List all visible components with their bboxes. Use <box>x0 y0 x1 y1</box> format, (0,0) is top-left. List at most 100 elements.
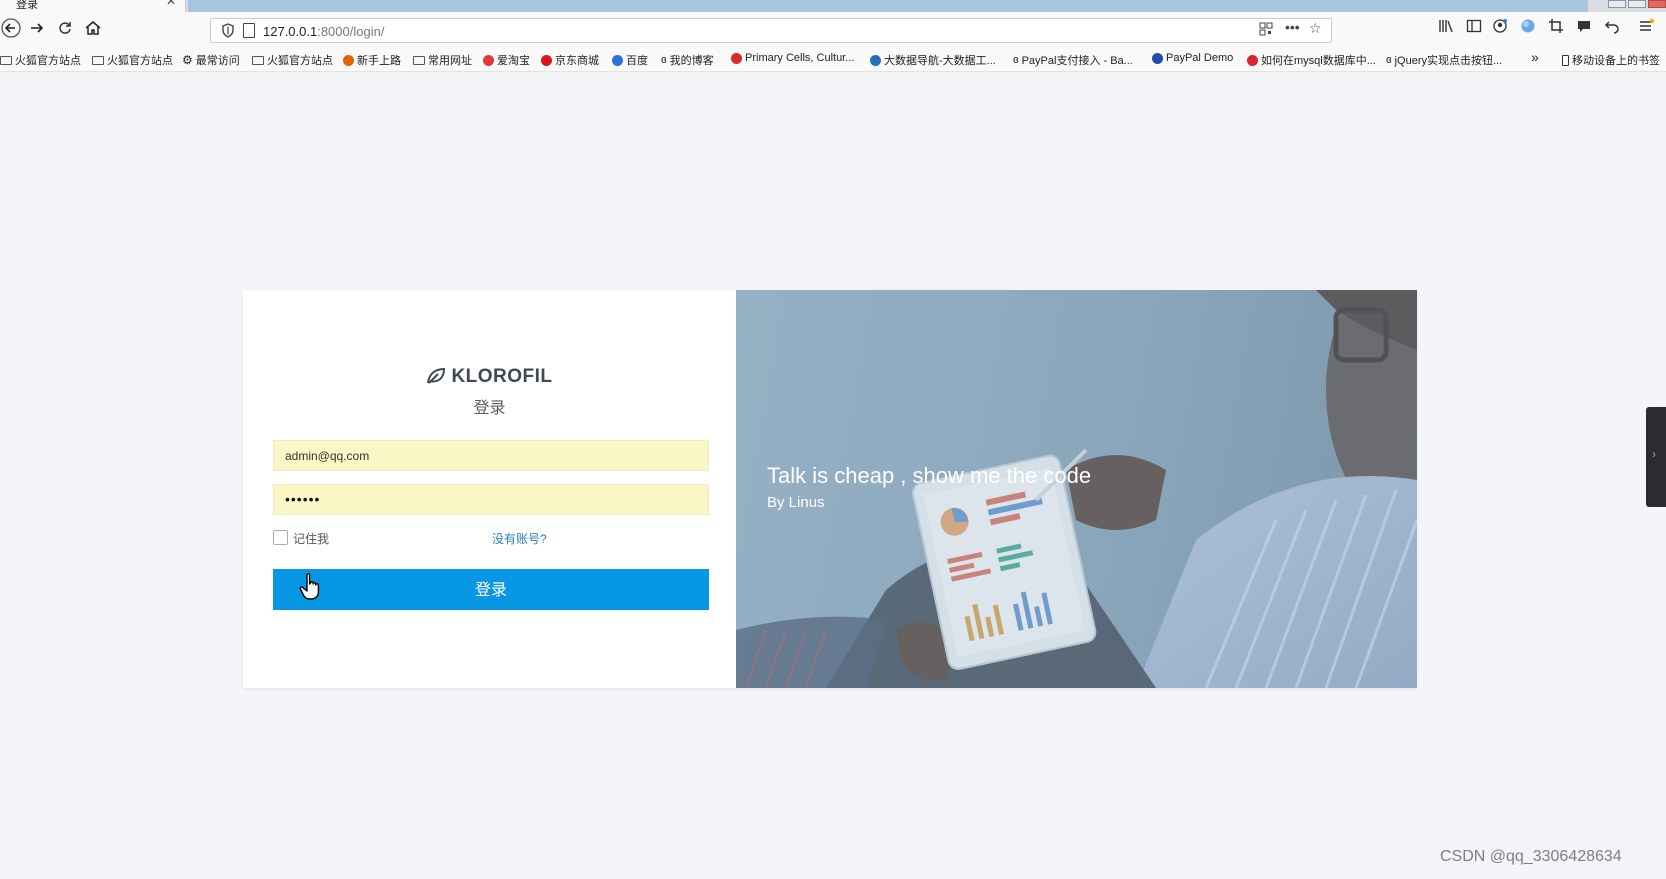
csdn-icon <box>1247 54 1258 66</box>
hero-author: By Linus <box>767 494 825 511</box>
side-panel-toggle[interactable]: › <box>1646 407 1666 507</box>
bookmark-label: 京东商城 <box>555 55 599 67</box>
folder-icon <box>252 55 264 65</box>
bookmark-label: 移动设备上的书签 <box>1572 55 1660 67</box>
qr-code-icon[interactable] <box>1259 22 1273 39</box>
sidebar-icon[interactable] <box>1464 18 1484 38</box>
remember-me-checkbox[interactable] <box>273 530 288 545</box>
bookmark-label: 新手上路 <box>357 55 401 67</box>
bookmarks-toolbar: 火狐官方站点 火狐官方站点 ⚙ 最常访问 火狐官方站点 新手上路 常用网址 爱淘宝 京东商城 百度… <box>0 48 1666 72</box>
tab-login[interactable]: 登录 ✕ <box>0 0 186 12</box>
menu-hamburger-icon[interactable] <box>1636 18 1656 38</box>
csdn-watermark: CSDN @qq_3306428634 <box>1440 848 1622 865</box>
bookmark-item[interactable]: ⚙ 最常访问 <box>182 52 240 68</box>
tab-strip: 登录 ✕ <box>0 0 1666 12</box>
hero-quote: Talk is cheap , show me the code <box>767 463 1092 488</box>
chat-bubble-icon[interactable] <box>1574 18 1594 38</box>
bookmark-label: 大数据导航-大数据工... <box>884 55 996 67</box>
bookmark-label: 如何在mysql数据库中... <box>1261 55 1376 67</box>
bookmark-item[interactable]: 火狐官方站点 <box>252 52 333 68</box>
bookmark-item[interactable]: 火狐官方站点 <box>0 52 81 68</box>
hero-image-panel: Talk is cheap , show me the code By Linu… <box>736 290 1417 688</box>
bookmark-item[interactable]: 百度 <box>612 52 648 68</box>
folder-icon <box>413 55 425 65</box>
bookmark-item[interactable]: ɞ PayPal支付接入 - Ba... <box>1013 52 1133 68</box>
account-icon[interactable] <box>1490 18 1510 38</box>
login-card: KLOROFIL 登录 admin@qq.com •••••• 记住我 没有账号… <box>243 290 1417 688</box>
bookmark-item[interactable]: 大数据导航-大数据工... <box>870 52 996 68</box>
bookmark-label: jQuery实现点击按钮... <box>1394 55 1503 67</box>
bookmark-label: 百度 <box>626 55 648 67</box>
hand-cursor-icon <box>299 573 320 600</box>
bookmark-item[interactable]: 京东商城 <box>541 52 599 68</box>
library-icon[interactable] <box>1436 18 1456 38</box>
folder-icon <box>92 55 104 65</box>
mobile-bookmarks-item[interactable]: 移动设备上的书签 <box>1562 52 1660 68</box>
red-circle-icon <box>731 52 742 64</box>
bookmark-label: 常用网址 <box>428 55 472 67</box>
navigation-toolbar: 127.0.0.1:8000/login/ ••• ☆ <box>0 12 1666 48</box>
address-bar[interactable]: 127.0.0.1:8000/login/ ••• ☆ <box>210 18 1332 43</box>
folder-icon <box>0 55 12 65</box>
screenshot-crop-icon[interactable] <box>1546 18 1566 38</box>
bookmark-item[interactable]: 常用网址 <box>413 52 472 68</box>
firefox-icon <box>343 54 354 66</box>
bookmark-item[interactable]: 如何在mysql数据库中... <box>1247 52 1376 68</box>
minimize-icon[interactable] <box>1608 0 1626 8</box>
undo-arrow-icon[interactable] <box>1602 18 1622 38</box>
bookmark-label: Primary Cells, Cultur... <box>745 52 855 64</box>
bookmark-label: 最常访问 <box>195 55 240 67</box>
bigdata-icon <box>870 54 881 66</box>
login-submit-button[interactable]: 登录 <box>273 569 709 610</box>
link-icon: ɞ <box>1013 54 1019 66</box>
hero-photo <box>736 290 1417 688</box>
mobile-device-icon <box>1562 54 1569 66</box>
brand-logo: KLOROFIL <box>243 366 736 388</box>
taobao-icon <box>483 54 494 66</box>
email-field[interactable]: admin@qq.com <box>273 440 709 471</box>
back-arrow-icon[interactable] <box>0 18 22 40</box>
bookmark-label: PayPal支付接入 - Ba... <box>1021 55 1133 67</box>
register-link[interactable]: 没有账号? <box>492 530 547 547</box>
bookmark-label: 爱淘宝 <box>497 55 530 67</box>
home-icon[interactable] <box>82 18 104 40</box>
bookmark-label: 火狐官方站点 <box>267 55 333 67</box>
page-actions-icon[interactable]: ••• <box>1285 19 1300 35</box>
chevron-right-icon: › <box>1652 447 1656 461</box>
reload-icon[interactable] <box>54 18 76 40</box>
url-text[interactable]: 127.0.0.1:8000/login/ <box>263 24 384 39</box>
bookmark-item[interactable]: ɞ jQuery实现点击按钮... <box>1386 52 1502 68</box>
password-field[interactable]: •••••• <box>273 484 709 515</box>
page-info-icon[interactable] <box>243 23 255 38</box>
shield-icon[interactable] <box>221 23 235 38</box>
remember-me-label[interactable]: 记住我 <box>293 530 329 547</box>
bookmark-item[interactable]: ɞ 我的博客 <box>661 52 714 68</box>
tab-close-icon[interactable]: ✕ <box>166 0 176 8</box>
blog-icon: ɞ <box>661 54 667 66</box>
login-subtitle: 登录 <box>473 400 506 417</box>
forward-arrow-icon[interactable] <box>26 18 48 40</box>
link-icon: ɞ <box>1386 54 1392 66</box>
tab-title: 登录 <box>16 0 38 11</box>
jd-icon <box>541 54 552 66</box>
bookmark-item[interactable]: 爱淘宝 <box>483 52 530 68</box>
bookmark-item[interactable]: 新手上路 <box>343 52 401 68</box>
bookmark-item[interactable]: Primary Cells, Cultur... <box>731 52 854 64</box>
bookmark-label: 火狐官方站点 <box>107 55 173 67</box>
login-panel: KLOROFIL 登录 admin@qq.com •••••• 记住我 没有账号… <box>243 290 736 688</box>
leaf-icon <box>427 367 446 384</box>
maximize-icon[interactable] <box>1628 0 1646 8</box>
close-window-icon[interactable] <box>1648 0 1666 8</box>
brand-name: KLOROFIL <box>451 366 553 387</box>
bookmark-item[interactable]: PayPal Demo <box>1152 52 1233 64</box>
globe-icon[interactable] <box>1518 18 1538 38</box>
bookmark-item[interactable]: 火狐官方站点 <box>92 52 173 68</box>
bookmark-label: PayPal Demo <box>1166 52 1234 64</box>
bookmark-label: 我的博客 <box>669 55 714 67</box>
bookmark-star-icon[interactable]: ☆ <box>1309 20 1322 37</box>
baidu-icon <box>612 54 623 66</box>
gear-icon: ⚙ <box>182 53 193 67</box>
new-tab-area[interactable] <box>188 0 1588 12</box>
paypal-icon <box>1152 52 1163 64</box>
bookmarks-overflow-icon[interactable]: » <box>1531 49 1539 65</box>
